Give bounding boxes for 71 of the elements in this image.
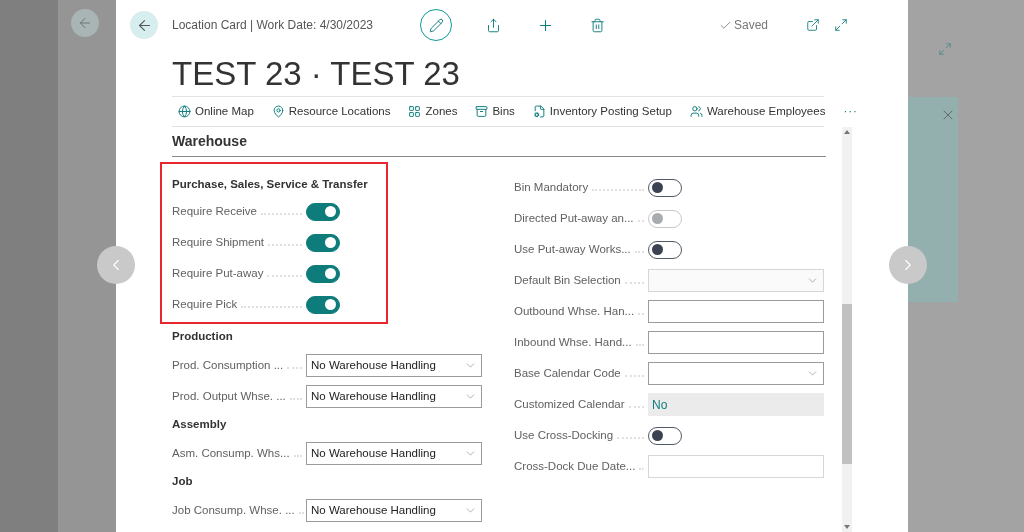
field-label: Directed Put-away an...: [514, 210, 634, 226]
input-field[interactable]: [648, 300, 824, 323]
action-icon: [532, 105, 546, 118]
open-new-window-button[interactable]: [806, 18, 820, 32]
group-heading: Assembly: [172, 417, 227, 433]
dropdown-field[interactable]: No Warehouse Handling: [306, 499, 482, 522]
field-label: Use Cross-Docking: [514, 427, 614, 443]
toggle-switch[interactable]: [306, 295, 340, 314]
share-button[interactable]: [486, 17, 501, 33]
group-heading: Production: [172, 329, 233, 345]
group-heading: Purchase, Sales, Service & Transfer: [172, 177, 368, 193]
input-field[interactable]: [648, 331, 824, 354]
delete-button[interactable]: [590, 17, 605, 33]
expand-icon: [834, 18, 848, 32]
field-label: Use Put-away Works...: [514, 241, 631, 257]
action-bar-item[interactable]: Warehouse Employees: [683, 102, 826, 121]
field-label: Job Consump. Whse. ...: [172, 502, 295, 518]
action-bar-item[interactable]: Inventory Posting Setup: [526, 102, 672, 121]
trash-icon: [590, 17, 605, 33]
saved-status: Saved: [733, 17, 768, 34]
readonly-field: No: [648, 393, 824, 416]
action-icon: [475, 105, 489, 118]
action-bar-item[interactable]: Zones: [402, 102, 458, 121]
field-label: Require Receive: [172, 203, 257, 219]
action-bar-item[interactable]: Online Map: [172, 102, 254, 121]
field-label: Cross-Dock Due Date...: [514, 458, 636, 474]
field-label: Bin Mandatory: [514, 179, 589, 195]
dropdown-value: No Warehouse Handling: [311, 502, 437, 518]
dropdown-field[interactable]: No Warehouse Handling: [306, 442, 482, 465]
dropdown-field[interactable]: No Warehouse Handling: [306, 354, 482, 377]
section-heading: Warehouse: [172, 132, 247, 151]
field-label: Require Pick: [172, 296, 238, 312]
action-icon: [271, 105, 285, 118]
field-label: Base Calendar Code: [514, 365, 621, 381]
scrollbar[interactable]: [842, 127, 852, 532]
dropdown-value: No Warehouse Handling: [311, 445, 437, 461]
field-label: Require Shipment: [172, 234, 265, 250]
action-icon: [689, 105, 703, 118]
action-bar-item[interactable]: Bins: [469, 102, 515, 121]
group-heading: Job: [172, 474, 193, 490]
field-label: Default Bin Selection: [514, 272, 621, 288]
breadcrumb: Location Card | Work Date: 4/30/2023: [172, 17, 374, 34]
share-icon: [486, 17, 501, 33]
dropdown-field[interactable]: No Warehouse Handling: [306, 385, 482, 408]
toggle-switch[interactable]: [306, 264, 340, 283]
toggle-switch[interactable]: [306, 233, 340, 252]
toggle-switch[interactable]: [648, 240, 682, 259]
field-label: Outbound Whse. Han...: [514, 303, 635, 319]
expand-icon: [938, 41, 952, 56]
action-icon: [178, 105, 191, 118]
page-title: TEST 23 · TEST 23: [172, 56, 460, 90]
dropdown-value: No Warehouse Handling: [311, 388, 437, 404]
pencil-icon: [428, 17, 444, 33]
action-icon: [408, 105, 422, 118]
field-label: Asm. Consump. Whs...: [172, 445, 290, 461]
back-button[interactable]: [130, 11, 158, 39]
field-label: Prod. Output Whse. ...: [172, 388, 286, 404]
toggle-switch[interactable]: [648, 426, 682, 445]
toggle-switch[interactable]: [648, 178, 682, 197]
action-bar-item[interactable]: Resource Locations: [265, 102, 391, 121]
dropdown-field[interactable]: [648, 362, 824, 385]
field-label: Customized Calendar: [514, 396, 625, 412]
back-icon: [71, 9, 99, 37]
dropdown-value: No Warehouse Handling: [311, 357, 437, 373]
field-label: Require Put-away: [172, 265, 264, 281]
expand-button[interactable]: [834, 18, 848, 32]
toggle-switch[interactable]: [306, 202, 340, 221]
external-link-icon: [806, 18, 820, 32]
field-label: Prod. Consumption ...: [172, 357, 284, 373]
action-bar-item[interactable]: ···: [837, 102, 858, 121]
field-label: Inbound Whse. Hand...: [514, 334, 632, 350]
